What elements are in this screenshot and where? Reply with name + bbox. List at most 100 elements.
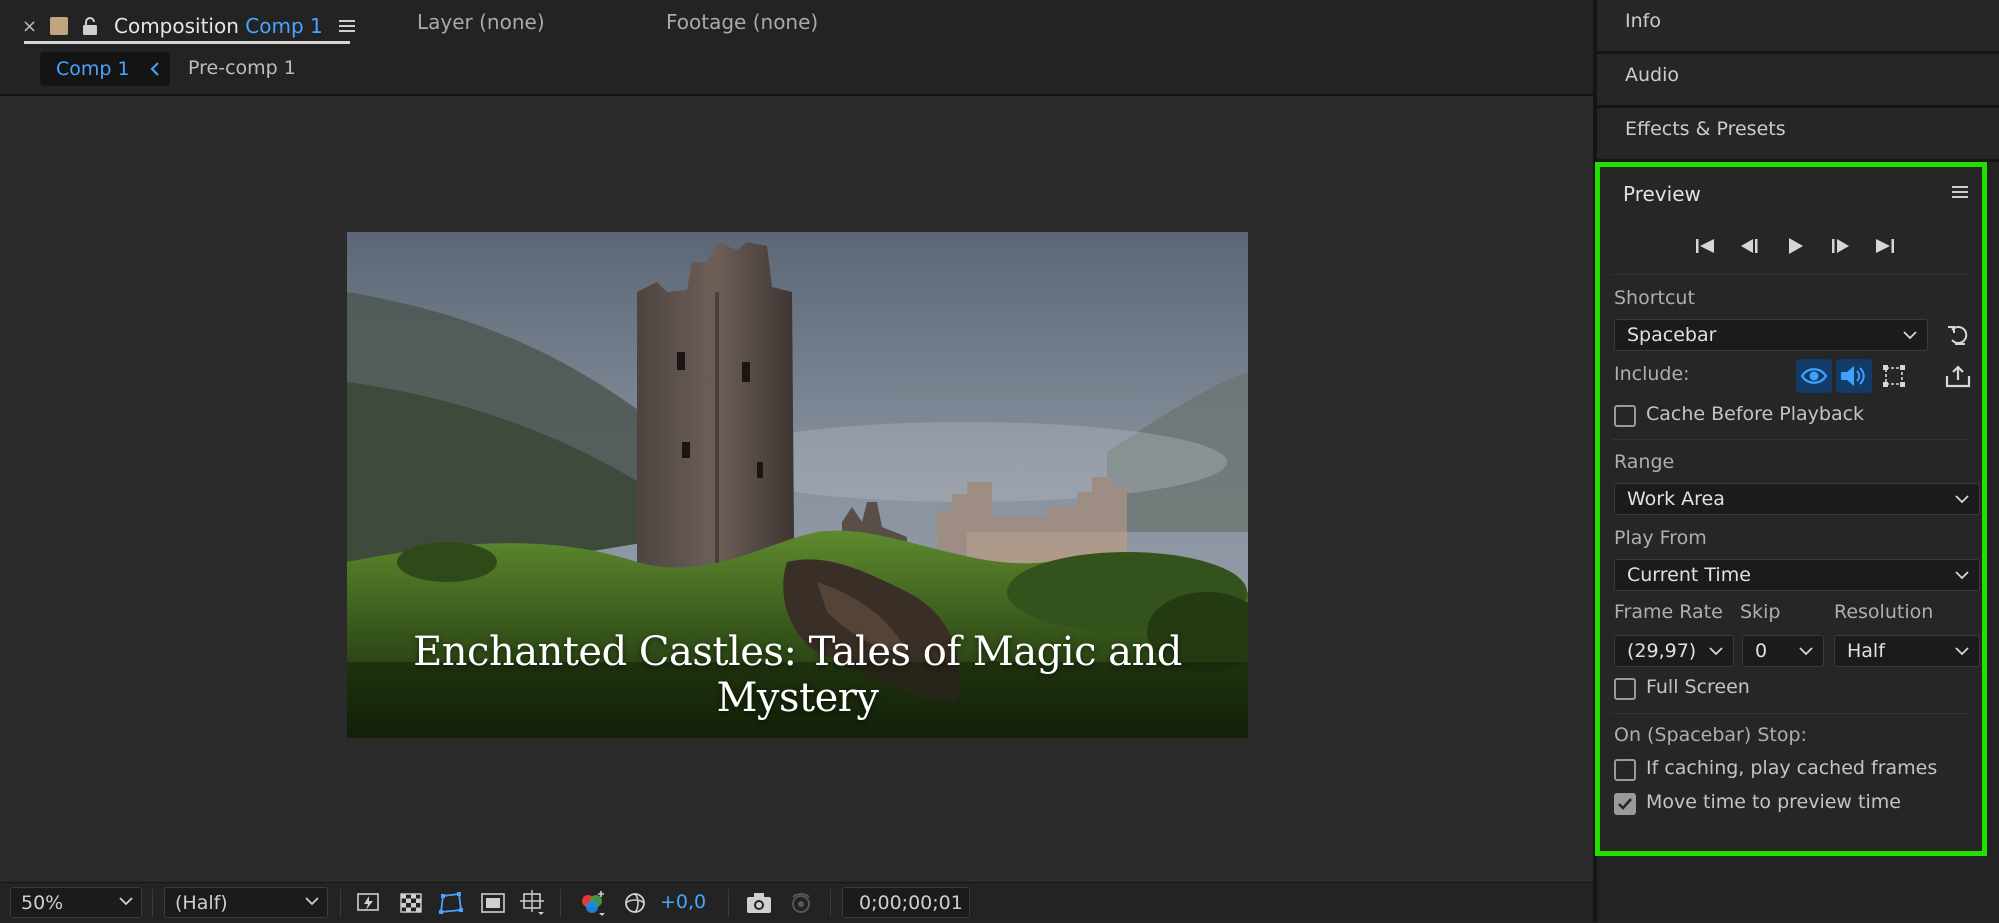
composition-panel: × Composition Comp 1 Layer (none) Footag… (0, 0, 1593, 923)
breadcrumb-label: Comp 1 (56, 58, 130, 80)
audio-panel-title: Audio (1625, 64, 1680, 86)
checkmark-icon (1618, 798, 1632, 810)
exposure-value[interactable]: +0,0 (660, 891, 706, 913)
zoom-select[interactable]: 50% (10, 887, 142, 918)
cache-before-playback-label: Cache Before Playback (1646, 403, 1865, 425)
full-screen-label: Full Screen (1646, 676, 1750, 698)
breadcrumb-pre-comp-1[interactable]: Pre-comp 1 (188, 57, 296, 79)
chevron-down-icon (1955, 646, 1969, 656)
timecode-value: 0;00;00;01 (859, 892, 963, 914)
tab-composition[interactable]: × Composition Comp 1 (22, 8, 355, 44)
show-snapshot-icon[interactable] (786, 889, 816, 917)
range-value: Work Area (1627, 488, 1725, 510)
tab-title-prefix: Composition (114, 14, 239, 38)
preview-panel: Preview Shortcut Spacebar Include: Cache… (1595, 162, 1987, 856)
panel-tab-bar: × Composition Comp 1 Layer (none) Footag… (0, 0, 1593, 44)
shortcut-label: Shortcut (1614, 287, 1695, 309)
grid-guides-icon[interactable] (518, 889, 548, 917)
export-preview-icon[interactable] (1943, 361, 1973, 391)
move-time-label: Move time to preview time (1646, 791, 1901, 813)
play-icon[interactable] (1780, 232, 1810, 260)
chevron-down-icon (305, 896, 319, 906)
full-screen-checkbox[interactable] (1614, 678, 1636, 700)
reset-exposure-icon[interactable] (620, 889, 650, 917)
frame-rate-select[interactable]: (29,97) (1614, 635, 1734, 667)
transport-controls (1690, 232, 1900, 260)
info-panel-title: Info (1625, 10, 1661, 32)
if-caching-checkbox[interactable] (1614, 759, 1636, 781)
lock-icon[interactable] (82, 17, 98, 35)
composition-frame-image[interactable]: Enchanted Castles: Tales of Magic and My… (347, 232, 1248, 738)
last-frame-icon[interactable] (1870, 232, 1900, 260)
skip-label: Skip (1740, 601, 1781, 623)
frame-rate-label: Frame Rate (1614, 601, 1723, 623)
tab-title-comp-name: Comp 1 (245, 14, 323, 38)
eye-icon (1800, 368, 1828, 384)
audio-panel-header[interactable]: Audio (1597, 54, 1999, 108)
toolbar-divider (560, 889, 561, 917)
resolution-select-preview[interactable]: Half (1834, 635, 1980, 667)
resolution-value: (Half) (175, 891, 228, 914)
mask-visibility-icon[interactable] (436, 889, 466, 917)
fast-previews-icon[interactable] (354, 889, 384, 917)
section-divider (1612, 274, 1968, 275)
chevron-down-icon (1955, 570, 1969, 580)
first-frame-icon[interactable] (1690, 232, 1720, 260)
tab-footage[interactable]: Footage (none) (666, 10, 818, 34)
chevron-down-icon (119, 896, 133, 906)
skip-value: 0 (1755, 640, 1768, 662)
effects-presets-panel-title: Effects & Presets (1625, 118, 1786, 140)
panel-menu-icon[interactable] (1952, 185, 1968, 199)
transparency-grid-icon[interactable] (396, 889, 426, 917)
if-caching-label: If caching, play cached frames (1646, 757, 1938, 779)
chevron-down-icon (1799, 646, 1813, 656)
move-time-checkbox[interactable] (1614, 793, 1636, 815)
toolbar-divider (728, 889, 729, 917)
cache-before-playback-checkbox[interactable] (1614, 405, 1636, 427)
play-from-value: Current Time (1627, 564, 1751, 586)
section-divider (1612, 713, 1968, 714)
include-label: Include: (1614, 363, 1690, 385)
close-icon[interactable]: × (22, 16, 42, 37)
color-channel-icon[interactable] (578, 889, 608, 917)
tab-title: Composition Comp 1 (114, 14, 323, 38)
include-audio-toggle[interactable] (1836, 359, 1872, 393)
range-label: Range (1614, 451, 1675, 473)
panel-menu-icon[interactable] (338, 19, 355, 33)
previous-frame-icon[interactable] (1735, 232, 1765, 260)
overlays-icon (1883, 365, 1905, 387)
next-frame-icon[interactable] (1825, 232, 1855, 260)
reset-shortcut-icon[interactable] (1943, 321, 1973, 349)
skip-select[interactable]: 0 (1742, 635, 1824, 667)
range-select[interactable]: Work Area (1614, 483, 1980, 515)
shortcut-value: Spacebar (1627, 324, 1717, 346)
tab-layer[interactable]: Layer (none) (417, 10, 545, 34)
effects-presets-panel-header[interactable]: Effects & Presets (1597, 108, 1999, 162)
speaker-icon (1841, 366, 1865, 386)
info-panel-header[interactable]: Info (1597, 0, 1999, 54)
section-divider (1612, 439, 1968, 440)
chevron-down-icon (1903, 330, 1917, 340)
viewer-bottom-bar: 50% (Half) +0,0 0;00;00;01 (0, 882, 1593, 923)
toolbar-divider (340, 889, 341, 917)
region-of-interest-icon[interactable] (478, 889, 508, 917)
label-color-swatch[interactable] (50, 17, 68, 35)
current-time-display[interactable]: 0;00;00;01 (842, 887, 970, 918)
frame-rate-value: (29,97) (1627, 640, 1697, 662)
snapshot-icon[interactable] (744, 889, 774, 917)
include-overlays-toggle[interactable] (1876, 359, 1912, 393)
resolution-select[interactable]: (Half) (164, 887, 328, 918)
breadcrumb-comp-1[interactable]: Comp 1 (40, 52, 170, 86)
zoom-value: 50% (21, 891, 64, 914)
resolution-label: Resolution (1834, 601, 1934, 623)
toolbar-divider (830, 889, 831, 917)
play-from-select[interactable]: Current Time (1614, 559, 1980, 591)
chevron-left-icon (150, 61, 160, 77)
play-from-label: Play From (1614, 527, 1707, 549)
include-video-toggle[interactable] (1796, 359, 1832, 393)
chevron-down-icon (1955, 494, 1969, 504)
shortcut-select[interactable]: Spacebar (1614, 319, 1928, 351)
toolbar-divider (152, 889, 153, 917)
on-stop-label: On (Spacebar) Stop: (1614, 724, 1807, 746)
resolution-value-preview: Half (1847, 640, 1885, 662)
